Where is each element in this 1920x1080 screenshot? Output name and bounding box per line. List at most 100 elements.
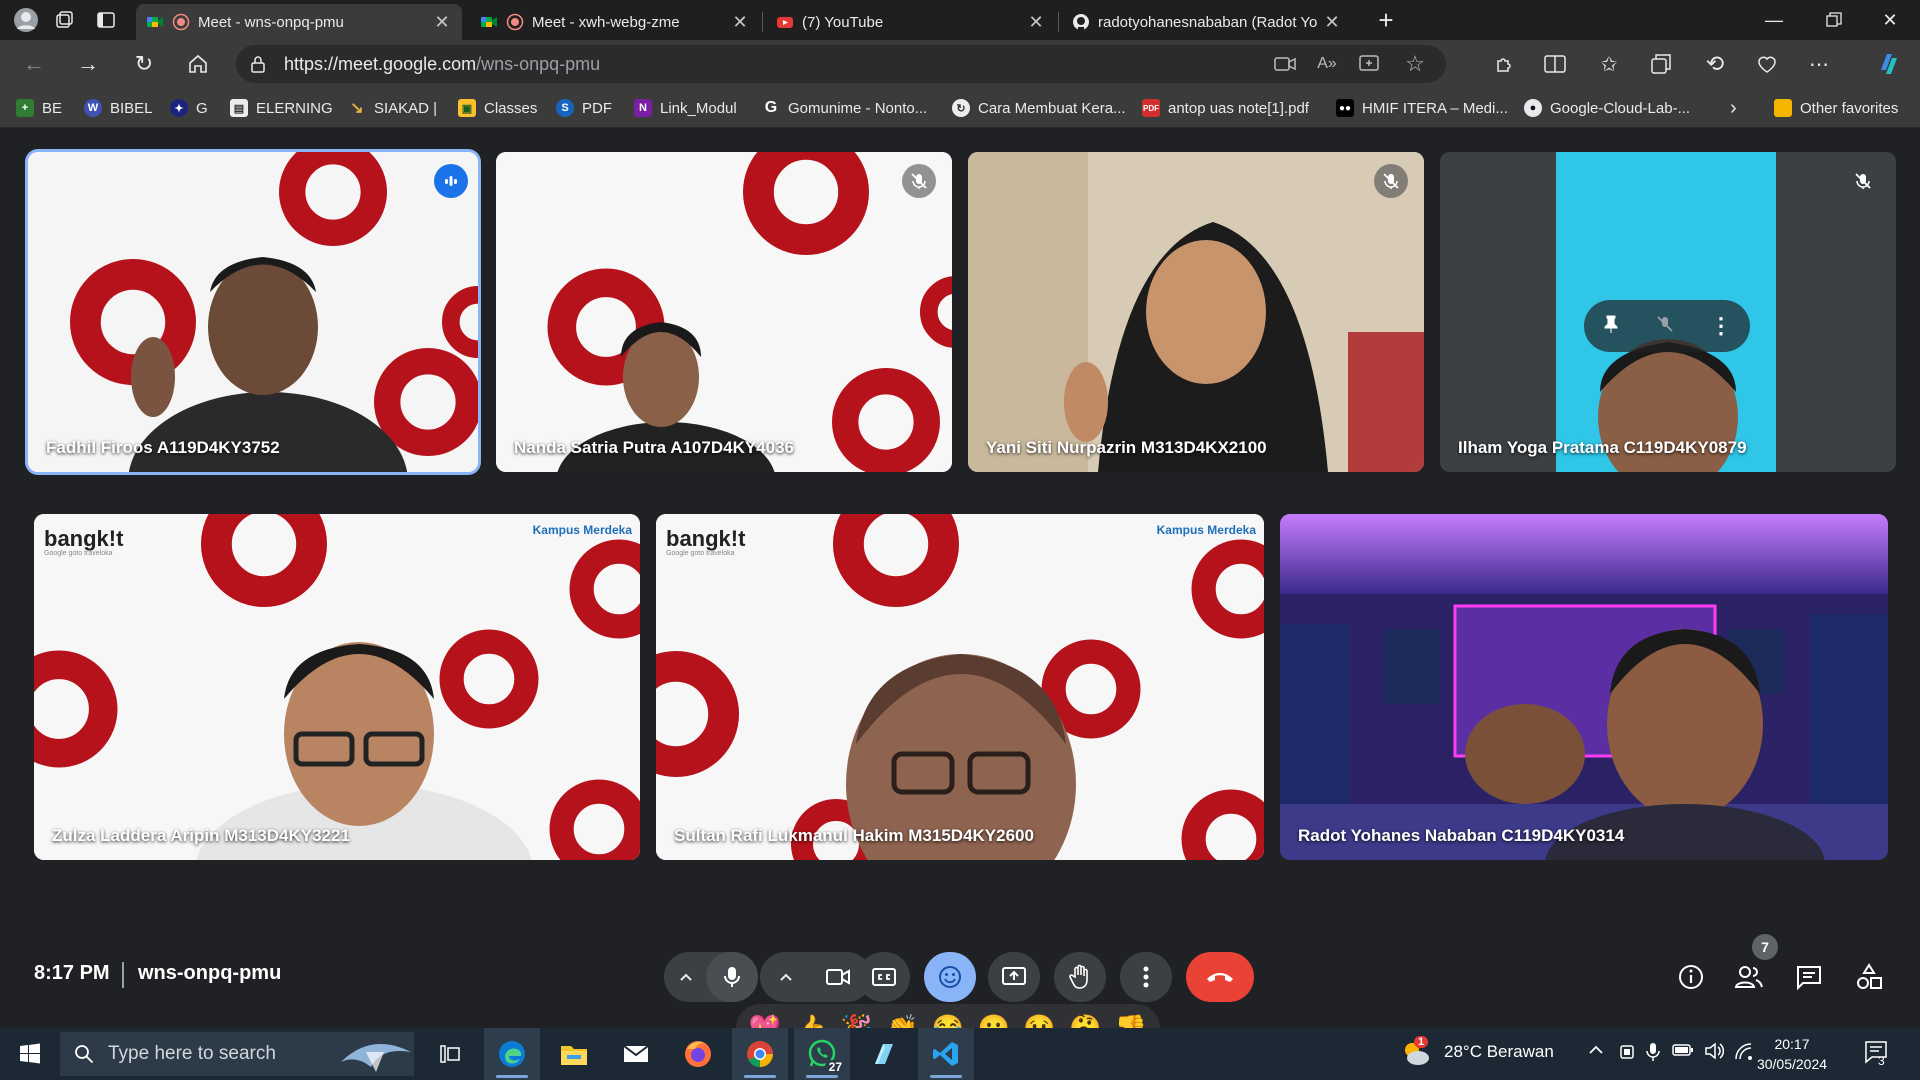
taskbar-vscode[interactable]: [918, 1028, 974, 1080]
close-tab-icon[interactable]: ✕: [730, 12, 750, 33]
taskbar-search[interactable]: Type here to search: [60, 1032, 414, 1076]
activities-icon: [1857, 963, 1882, 989]
meeting-details-button[interactable]: [1668, 954, 1714, 1000]
profile-icon[interactable]: [8, 2, 44, 38]
bookmark-antop[interactable]: PDF antop uas note[1].pdf: [1142, 96, 1309, 120]
close-window-icon[interactable]: ✕: [1862, 0, 1918, 40]
pin-icon[interactable]: [1602, 314, 1620, 339]
bookmark-siakad[interactable]: ↘ SIAKAD |: [348, 96, 437, 120]
kampus-merdeka-logo: Kampus Merdeka: [1156, 523, 1256, 537]
extensions-icon[interactable]: [1488, 49, 1518, 79]
copilot-icon[interactable]: [1874, 49, 1904, 79]
activities-button[interactable]: [1846, 954, 1892, 1000]
taskbar-mail[interactable]: [608, 1028, 664, 1080]
favorites-icon[interactable]: ✩: [1594, 49, 1624, 79]
bookmark-link-modul[interactable]: N Link_Modul: [634, 96, 737, 120]
lock-icon[interactable]: [248, 54, 268, 74]
browser-essentials-icon[interactable]: [1752, 49, 1782, 79]
captions-button[interactable]: [858, 952, 910, 1002]
back-icon[interactable]: ←: [16, 46, 52, 82]
more-options-button[interactable]: [1120, 952, 1172, 1002]
taskbar-whatsapp[interactable]: 27: [794, 1028, 850, 1080]
chat-button[interactable]: [1786, 954, 1832, 1000]
audio-options-button[interactable]: [666, 952, 706, 1002]
bookmark-g[interactable]: ✦ G: [170, 96, 208, 120]
show-hidden-icons-icon[interactable]: [1588, 1042, 1604, 1060]
favorite-star-icon[interactable]: ☆: [1400, 49, 1430, 79]
present-screen-button[interactable]: [988, 952, 1040, 1002]
participant-tile[interactable]: bangk!t Google goto traveloka Kampus Merd…: [656, 514, 1264, 860]
muted-mic-icon: [902, 164, 936, 198]
bookmark-elerning[interactable]: ▤ ELERNING: [230, 96, 333, 120]
split-screen-icon[interactable]: [1540, 49, 1570, 79]
tab-github[interactable]: radotyohanesnababan (Radot Yo ✕: [1062, 4, 1352, 40]
weather-text[interactable]: 28°C Berawan: [1444, 1042, 1554, 1062]
more-menu-icon[interactable]: ⋯: [1804, 49, 1834, 79]
participant-tile[interactable]: Yani Siti Nurpazrin M313D4KX2100: [968, 152, 1424, 472]
video-options-button[interactable]: [766, 952, 806, 1002]
bookmarks-overflow-icon[interactable]: ›: [1730, 96, 1737, 120]
tab-meet-xwh[interactable]: Meet - xwh-webg-zme ✕: [470, 4, 760, 40]
mute-participant-icon[interactable]: [1656, 315, 1674, 338]
start-button[interactable]: [2, 1028, 58, 1080]
virtual-background: [28, 152, 478, 472]
close-tab-icon[interactable]: ✕: [1322, 12, 1342, 33]
notifications-icon[interactable]: [1864, 1040, 1890, 1069]
microphone-button[interactable]: [706, 952, 758, 1002]
reactions-button[interactable]: [924, 952, 976, 1002]
task-view-button[interactable]: [422, 1028, 478, 1080]
history-icon[interactable]: ⟲: [1700, 49, 1730, 79]
participant-tile[interactable]: Fadhil Firoos A119D4KY3752: [28, 152, 478, 472]
more-options-icon[interactable]: ⋮: [1710, 313, 1732, 339]
minimize-icon[interactable]: —: [1746, 0, 1802, 40]
virtual-background: [656, 514, 1264, 860]
bookmark-gomunime[interactable]: G Gomunime - Nonto...: [762, 96, 927, 120]
restore-icon[interactable]: [1806, 0, 1862, 40]
close-tab-icon[interactable]: ✕: [1026, 12, 1046, 33]
close-tab-icon[interactable]: ✕: [432, 12, 452, 33]
bookmark-pdf[interactable]: S PDF: [556, 96, 612, 120]
participant-tile[interactable]: Radot Yohanes Nababan C119D4KY0314: [1280, 514, 1888, 860]
leave-call-button[interactable]: [1186, 952, 1254, 1002]
tab-actions-icon[interactable]: [88, 2, 124, 38]
folder-icon: [561, 1046, 587, 1065]
taskbar-file-explorer[interactable]: [546, 1028, 602, 1080]
bookmark-google-cloud-lab[interactable]: ● Google-Cloud-Lab-...: [1524, 96, 1690, 120]
new-tab-icon[interactable]: +: [1368, 2, 1404, 38]
taskbar-app[interactable]: [856, 1028, 912, 1080]
tab-youtube[interactable]: (7) YouTube ✕: [766, 4, 1056, 40]
bookmark-classes[interactable]: ▣ Classes: [458, 96, 537, 120]
taskbar-firefox[interactable]: [670, 1028, 726, 1080]
bookmark-bibel[interactable]: W BIBEL: [84, 96, 153, 120]
participant-tile[interactable]: bangk!t Google goto traveloka Kampus Merd…: [34, 514, 640, 860]
bookmark-hmif[interactable]: ●● HMIF ITERA – Medi...: [1336, 96, 1508, 120]
volume-icon[interactable]: [1704, 1042, 1725, 1065]
participant-tile[interactable]: Nanda Satria Putra A107D4KY4036: [496, 152, 952, 472]
participant-tile[interactable]: ⋮ Ilham Yoga Pratama C119D4KY0879: [1440, 152, 1896, 472]
raise-hand-button[interactable]: [1054, 952, 1106, 1002]
collections-icon[interactable]: [1646, 49, 1676, 79]
mic-in-use-icon[interactable]: [1646, 1042, 1660, 1067]
other-favorites[interactable]: Other favorites: [1774, 96, 1898, 120]
home-icon[interactable]: [180, 46, 216, 82]
meeting-time: 8:17 PM: [34, 962, 110, 984]
device-icon[interactable]: [1618, 1042, 1636, 1067]
bookmark-label: G: [196, 99, 208, 117]
taskbar-chrome[interactable]: [732, 1028, 788, 1080]
camera-in-use-icon[interactable]: [1270, 49, 1300, 79]
read-aloud-icon[interactable]: A»: [1312, 49, 1342, 79]
people-button[interactable]: [1726, 954, 1772, 1000]
battery-icon[interactable]: [1672, 1042, 1694, 1062]
medium-icon: ●●: [1336, 99, 1354, 117]
taskbar-clock[interactable]: 20:17 30/05/2024: [1744, 1034, 1840, 1074]
bookmark-cara-membuat[interactable]: ↻ Cara Membuat Kera...: [952, 96, 1126, 120]
refresh-icon[interactable]: ↻: [126, 46, 162, 82]
tab-meet-wns[interactable]: Meet - wns-onpq-pmu ✕: [136, 4, 462, 40]
forward-icon[interactable]: →: [70, 46, 106, 82]
app-available-icon[interactable]: [1354, 49, 1384, 79]
bookmark-be[interactable]: + BE: [16, 96, 62, 120]
taskbar-edge[interactable]: [484, 1028, 540, 1080]
url-bar[interactable]: https://meet.google.com/wns-onpq-pmu: [236, 45, 1446, 83]
camera-button[interactable]: [812, 952, 864, 1002]
workspaces-icon[interactable]: [46, 2, 82, 38]
